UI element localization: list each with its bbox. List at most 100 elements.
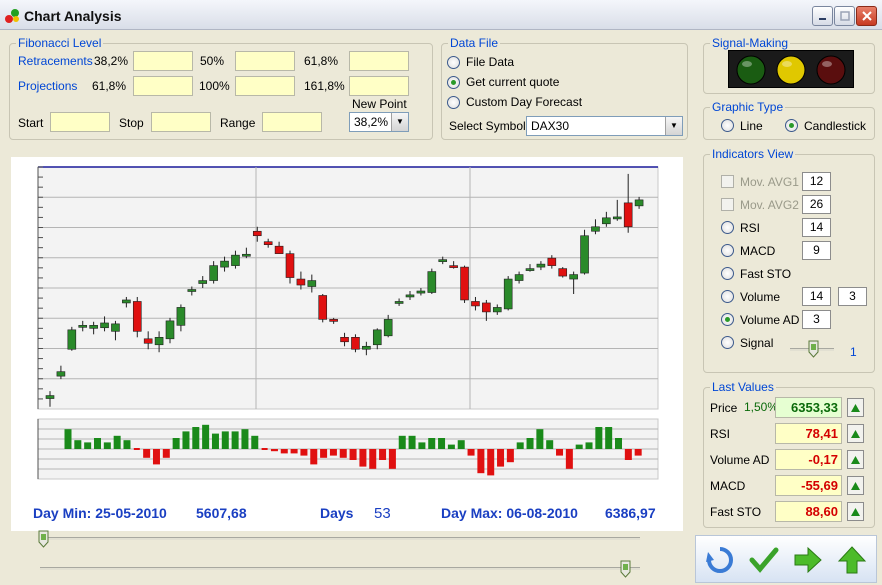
graphic-type-radio-candlestick[interactable] <box>785 119 798 132</box>
signal-light-3 <box>816 55 846 85</box>
last-value-up-button-macd[interactable] <box>847 476 864 495</box>
candle-up <box>525 268 535 271</box>
proj-field-2[interactable] <box>235 76 295 96</box>
signal-slider-thumb[interactable] <box>808 340 819 358</box>
range-field[interactable] <box>262 112 322 132</box>
indicator-value-volume-ad-1[interactable]: 3 <box>802 310 831 329</box>
candle-up <box>242 253 251 257</box>
proj-field-3[interactable] <box>349 76 409 96</box>
indicator-label-macd[interactable]: MACD <box>740 244 775 258</box>
candle-up <box>405 294 415 298</box>
indicator-value-mov-avg1-1[interactable]: 12 <box>802 172 831 191</box>
data-file-option-1[interactable]: File Data <box>466 55 514 69</box>
data-file-radio-2[interactable] <box>447 76 460 89</box>
volume-bar-down <box>359 449 367 467</box>
graphic-type-radio-line[interactable] <box>721 119 734 132</box>
last-value-rsi: 78,41 <box>775 423 842 444</box>
last-value-up-button-fast-sto[interactable] <box>847 502 864 521</box>
indicator-value-mov-avg2-1[interactable]: 26 <box>802 195 831 214</box>
chevron-down-icon[interactable]: ▼ <box>665 117 682 135</box>
minimize-button[interactable] <box>812 6 833 26</box>
candle-down <box>449 265 458 268</box>
data-file-radio-3[interactable] <box>447 96 460 109</box>
candle-up <box>612 216 622 220</box>
check-icon[interactable] <box>748 544 780 576</box>
candlestick-chart[interactable] <box>11 157 683 531</box>
forward-arrow-icon[interactable] <box>792 544 824 576</box>
last-value-up-button-price[interactable] <box>847 398 864 417</box>
data-file-option-3[interactable]: Custom Day Forecast <box>466 95 582 109</box>
last-value-up-button-volume-ad[interactable] <box>847 450 864 469</box>
start-field[interactable] <box>50 112 110 132</box>
proj-field-1[interactable] <box>133 76 193 96</box>
stop-field[interactable] <box>151 112 211 132</box>
indicator-value-volume-2[interactable]: 3 <box>838 287 867 306</box>
volume-bar-down <box>467 449 475 456</box>
signal-light-highlight <box>782 61 792 67</box>
range-start-slider-track[interactable] <box>40 537 640 540</box>
data-file-option-2[interactable]: Get current quote <box>466 75 559 89</box>
indicator-value-rsi-1[interactable]: 14 <box>802 218 831 237</box>
volume-bar-up <box>202 424 210 449</box>
retracements-label[interactable]: Retracements <box>18 54 93 68</box>
indicator-radio-macd[interactable] <box>721 244 734 257</box>
triangle-up-icon <box>851 481 860 490</box>
up-arrow-icon[interactable] <box>836 544 868 576</box>
close-button[interactable] <box>856 6 877 26</box>
indicator-radio-volume-ad[interactable] <box>721 313 734 326</box>
range-end-slider-thumb[interactable] <box>620 560 631 578</box>
indicator-checkbox-mov-avg2[interactable] <box>721 198 734 211</box>
last-value-price: 6353,33 <box>775 397 842 418</box>
range-start-slider-thumb[interactable] <box>38 530 49 548</box>
indicator-value-volume-1[interactable]: 14 <box>802 287 831 306</box>
maximize-button[interactable] <box>834 6 855 26</box>
price-change: 1,50% <box>744 400 779 414</box>
volume-bar-up <box>595 427 603 449</box>
range-end-slider-track[interactable] <box>40 567 640 570</box>
retr-field-1[interactable] <box>133 51 193 71</box>
symbol-select[interactable]: DAX30 ▼ <box>526 116 683 136</box>
graphic-type-option-candlestick[interactable]: Candlestick <box>804 119 866 133</box>
day-max-value: 6386,97 <box>605 505 656 521</box>
refresh-icon[interactable] <box>704 544 736 576</box>
candle-up <box>362 345 371 350</box>
volume-bar-up <box>74 440 82 449</box>
day-min-value: 5607,68 <box>196 505 247 521</box>
chevron-down-icon[interactable]: ▼ <box>391 113 408 131</box>
indicator-radio-signal[interactable] <box>721 336 734 349</box>
candle-down <box>274 245 284 254</box>
signal-light-highlight <box>742 61 752 67</box>
indicator-value-macd-1[interactable]: 9 <box>802 241 831 260</box>
last-value-label-fast-sto: Fast STO <box>710 505 762 519</box>
volume-bar-down <box>300 449 308 456</box>
retr-level-3: 61,8% <box>304 54 339 68</box>
last-value-up-button-rsi[interactable] <box>847 424 864 443</box>
retr-field-3[interactable] <box>349 51 409 71</box>
candle-up <box>45 395 55 399</box>
indicator-radio-rsi[interactable] <box>721 221 734 234</box>
graphic-type-option-line[interactable]: Line <box>740 119 763 133</box>
indicator-radio-volume[interactable] <box>721 290 734 303</box>
indicator-label-signal[interactable]: Signal <box>740 336 773 350</box>
symbol-value: DAX30 <box>531 119 570 133</box>
new-point-value: 38,2% <box>354 115 389 129</box>
new-point-label: New Point <box>352 97 407 111</box>
indicator-label-volume-ad[interactable]: Volume AD <box>740 313 799 327</box>
new-point-select[interactable]: 38,2% ▼ <box>349 112 409 132</box>
projections-label[interactable]: Projections <box>18 79 77 93</box>
volume-bar-up <box>113 435 121 449</box>
retr-level-1: 38,2% <box>94 54 129 68</box>
chart-area[interactable] <box>11 157 683 531</box>
indicator-checkbox-mov-avg1[interactable] <box>721 175 734 188</box>
indicator-radio-fast-sto[interactable] <box>721 267 734 280</box>
candle-up <box>176 307 186 326</box>
candle-up <box>514 274 524 281</box>
indicator-label-fast-sto[interactable]: Fast STO <box>740 267 791 281</box>
volume-bar-down <box>152 449 160 465</box>
indicator-label-volume[interactable]: Volume <box>740 290 780 304</box>
candle-down <box>285 253 295 278</box>
volume-bar-up <box>182 431 190 449</box>
data-file-radio-1[interactable] <box>447 56 460 69</box>
indicator-label-rsi[interactable]: RSI <box>740 221 760 235</box>
retr-field-2[interactable] <box>235 51 295 71</box>
